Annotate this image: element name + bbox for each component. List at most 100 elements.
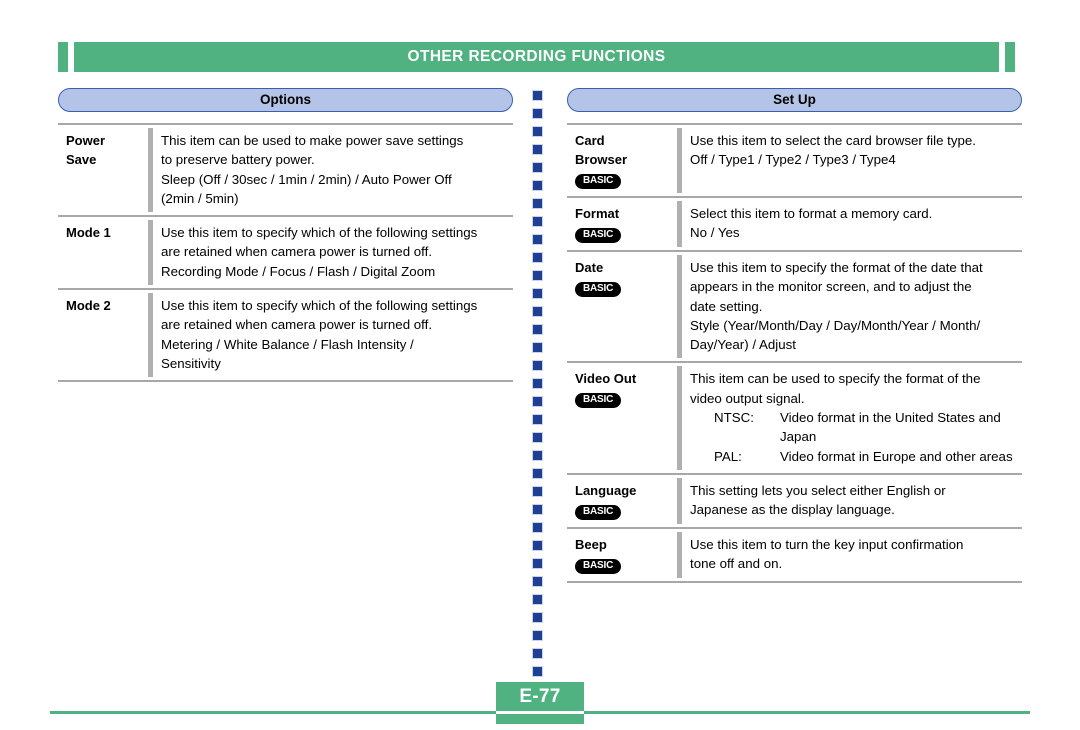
- divider-dot: [532, 234, 543, 245]
- definition-list: NTSC: Video format in the United States a…: [690, 408, 1022, 466]
- divider-dot: [532, 450, 543, 461]
- row-label-text: Power Save: [66, 133, 106, 167]
- basic-badge: BASIC: [575, 393, 622, 409]
- section-title-options: Options: [58, 88, 513, 112]
- divider-dot: [532, 558, 543, 569]
- basic-badge: BASIC: [575, 282, 622, 297]
- divider-dot: [532, 540, 543, 551]
- row-label-text: Card Browser: [575, 133, 628, 167]
- row-description: Use this item to select the card browser…: [690, 130, 1022, 189]
- page-badge-split: [496, 711, 584, 714]
- row-label: Power Save: [58, 130, 148, 208]
- divider-dot: [532, 468, 543, 479]
- table-options: Power Save This item can be used to make …: [58, 123, 513, 383]
- row-label-text: Beep: [575, 536, 607, 552]
- definition-term: NTSC:: [714, 410, 754, 426]
- page-title: OTHER RECORDING FUNCTIONS: [407, 48, 666, 65]
- definition-description: Video format in the United States and Ja…: [780, 410, 1001, 445]
- table-row: Power Save This item can be used to make …: [58, 123, 513, 215]
- row-label-text: Mode 2: [66, 298, 111, 314]
- dotted-column-divider: [532, 90, 544, 678]
- row-label: Mode 1: [58, 222, 148, 281]
- divider-dot: [532, 630, 543, 641]
- header-right-tab: [1005, 42, 1015, 72]
- divider-dot: [532, 180, 543, 191]
- row-description: Select this item to format a memory card…: [690, 203, 1022, 243]
- divider-dot: [532, 648, 543, 659]
- divider-dot: [532, 414, 543, 425]
- header-left-tab: [58, 42, 68, 72]
- row-description: This item can be used to make power save…: [161, 130, 513, 208]
- divider-dot: [532, 360, 543, 371]
- divider-dot: [532, 306, 543, 317]
- divider-dot: [532, 432, 543, 443]
- row-description-text: This item can be used to make power save…: [161, 133, 464, 206]
- row-label-text: Video Out: [575, 371, 637, 387]
- column-rule: [677, 477, 682, 524]
- section-title-setup: Set Up: [567, 88, 1022, 112]
- table-row: Format BASIC Select this item to format a …: [567, 196, 1022, 250]
- divider-dot: [532, 342, 543, 353]
- column-setup: Set Up Card Browser BASIC Use this item to…: [567, 88, 1022, 583]
- divider-dot: [532, 612, 543, 623]
- row-label: Format BASIC: [567, 203, 677, 243]
- row-description: This setting lets you select either Engl…: [690, 480, 1022, 520]
- table-row: Mode 2 Use this item to specify which of …: [58, 288, 513, 383]
- table-setup: Card Browser BASIC Use this item to select…: [567, 123, 1022, 583]
- divider-dot: [532, 396, 543, 407]
- table-row: Date BASIC Use this item to specify the fo…: [567, 250, 1022, 361]
- column-rule: [148, 220, 153, 286]
- definition-description: Video format in Europe and other areas: [780, 448, 1013, 464]
- row-description-text: Use this item to select the card browser…: [690, 133, 976, 168]
- basic-badge: BASIC: [575, 174, 622, 189]
- divider-dot: [532, 252, 543, 263]
- divider-dot: [532, 90, 543, 101]
- divider-dot: [532, 486, 543, 497]
- row-description-text: This item can be used to specify the for…: [690, 371, 981, 406]
- row-description: This item can be used to specify the for…: [690, 368, 1022, 465]
- divider-dot: [532, 162, 543, 173]
- row-label-text: Mode 1: [66, 225, 111, 241]
- divider-dot: [532, 144, 543, 155]
- row-description-text: Use this item to turn the key input conf…: [690, 536, 964, 572]
- row-label: Mode 2: [58, 295, 148, 373]
- column-rule: [148, 128, 153, 213]
- row-description-text: Use this item to specify which of the fo…: [161, 225, 478, 279]
- column-rule: [677, 201, 682, 247]
- row-description: Use this item to specify which of the fo…: [161, 295, 513, 373]
- basic-badge: BASIC: [575, 558, 622, 574]
- row-description: Use this item to specify the format of t…: [690, 257, 1022, 354]
- row-label: Beep BASIC: [567, 534, 677, 574]
- divider-dot: [532, 594, 543, 605]
- divider-dot: [532, 378, 543, 389]
- row-label: Language BASIC: [567, 480, 677, 520]
- divider-dot: [532, 666, 543, 677]
- row-description-text: This setting lets you select either Engl…: [690, 482, 946, 518]
- divider-dot: [532, 270, 543, 281]
- row-label: Video Out BASIC: [567, 368, 677, 465]
- definition-term: PAL:: [714, 448, 742, 464]
- column-rule: [677, 128, 682, 193]
- table-row: Video Out BASIC This item can be used to s…: [567, 361, 1022, 472]
- row-label-text: Date: [575, 260, 604, 275]
- row-label: Date BASIC: [567, 257, 677, 354]
- divider-dot: [532, 576, 543, 587]
- table-row: Card Browser BASIC Use this item to select…: [567, 123, 1022, 196]
- divider-dot: [532, 198, 543, 209]
- divider-dot: [532, 108, 543, 119]
- row-description-text: Use this item to specify which of the fo…: [161, 298, 478, 371]
- column-rule: [677, 255, 682, 359]
- page-number: E-77: [519, 686, 561, 707]
- basic-badge: BASIC: [575, 228, 622, 243]
- divider-dot: [532, 126, 543, 137]
- divider-dot: [532, 324, 543, 335]
- page-header-band: OTHER RECORDING FUNCTIONS: [58, 42, 1022, 72]
- row-label: Card Browser BASIC: [567, 130, 677, 189]
- row-description-text: Select this item to format a memory card…: [690, 206, 933, 241]
- column-rule: [677, 366, 682, 470]
- divider-dot: [532, 216, 543, 227]
- column-rule: [677, 531, 682, 578]
- row-label-text: Language: [575, 482, 637, 498]
- column-options: Options Power Save This item can be used …: [58, 88, 513, 383]
- basic-badge: BASIC: [575, 504, 622, 520]
